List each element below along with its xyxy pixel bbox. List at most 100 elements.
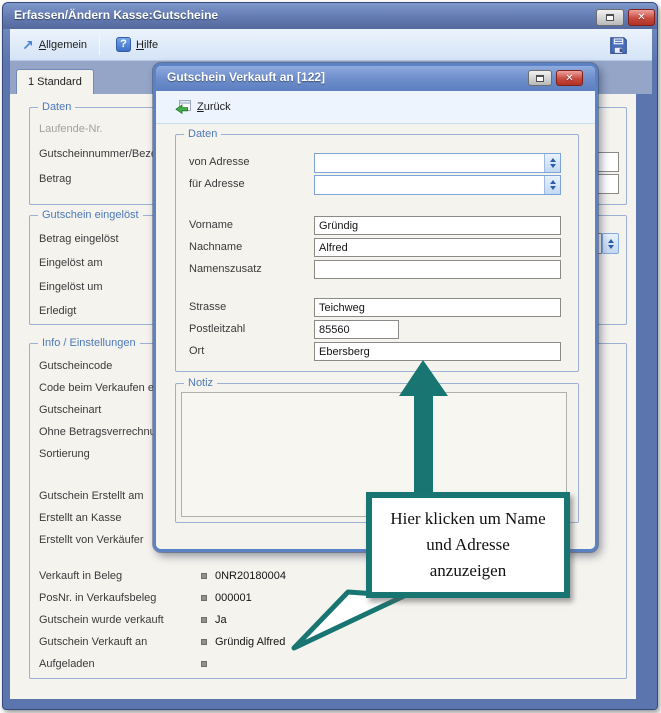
callout-line: Hier klicken um Name bbox=[390, 506, 545, 532]
value-verkauft-in-beleg: 0NR20180004 bbox=[215, 570, 286, 582]
callout-line: und Adresse bbox=[426, 532, 510, 558]
dialog-group-daten-title: Daten bbox=[184, 128, 221, 140]
strasse-input[interactable] bbox=[314, 298, 561, 317]
dialog-titlebar[interactable]: Gutschein Verkauft an [122] ✕ bbox=[156, 66, 595, 91]
tab-standard[interactable]: 1 Standard bbox=[16, 69, 94, 94]
callout-bubble: Hier klicken um Name und Adresse anzuzei… bbox=[366, 492, 570, 598]
vorname-input[interactable] bbox=[314, 216, 561, 235]
von-adresse-spinner[interactable] bbox=[544, 154, 560, 172]
main-window: Erfassen/Ändern Kasse:Gutscheine ✕ ↗ All… bbox=[2, 2, 658, 710]
von-adresse-field[interactable] bbox=[314, 153, 561, 173]
allgemein-label: Allgemein bbox=[39, 39, 87, 51]
dialog-content: Daten von Adresse für Adresse bbox=[156, 124, 595, 549]
allgemein-button[interactable]: ↗ Allgemein bbox=[14, 36, 95, 54]
label-ohne-betragsverrechnung: Ohne Betragsverrechnu bbox=[39, 426, 156, 438]
spinner-down-icon bbox=[608, 245, 614, 249]
fuer-adresse-input[interactable] bbox=[315, 176, 544, 194]
nachname-field bbox=[314, 238, 561, 257]
group-daten-title: Daten bbox=[38, 101, 75, 113]
close-button[interactable]: ✕ bbox=[628, 9, 655, 26]
bullet-icon bbox=[201, 617, 207, 623]
label-vorname: Vorname bbox=[189, 219, 233, 231]
namenszusatz-field bbox=[314, 260, 561, 279]
ort-input[interactable] bbox=[314, 342, 561, 361]
strasse-field bbox=[314, 298, 561, 317]
label-gutscheincode: Gutscheincode bbox=[39, 360, 112, 372]
value-wurde-verkauft: Ja bbox=[215, 614, 227, 626]
label-postleitzahl: Postleitzahl bbox=[189, 323, 245, 335]
dialog-restore-button[interactable] bbox=[528, 70, 552, 86]
close-icon: ✕ bbox=[637, 12, 645, 23]
label-verkauft-in-beleg: Verkauft in Beleg bbox=[39, 570, 122, 582]
von-adresse-input[interactable] bbox=[315, 154, 544, 172]
label-gutschein-erstellt-am: Gutschein Erstellt am bbox=[39, 490, 144, 502]
label-posnr: PosNr. in Verkaufsbeleg bbox=[39, 592, 156, 604]
fuer-adresse-spinner[interactable] bbox=[544, 176, 560, 194]
arrow-up-right-icon: ↗ bbox=[22, 39, 34, 51]
label-namenszusatz: Namenszusatz bbox=[189, 263, 262, 275]
spinner-up-icon bbox=[550, 158, 556, 162]
postleitzahl-field bbox=[314, 320, 399, 339]
back-icon bbox=[175, 99, 192, 115]
group-info-title: Info / Einstellungen bbox=[38, 337, 140, 349]
group-eingeloest-title: Gutschein eingelöst bbox=[38, 209, 143, 221]
window-title: Erfassen/Ändern Kasse:Gutscheine bbox=[14, 8, 218, 22]
bullet-icon bbox=[201, 573, 207, 579]
label-ort: Ort bbox=[189, 345, 204, 357]
toolbar-separator bbox=[99, 35, 100, 55]
label-aufgeladen: Aufgeladen bbox=[39, 658, 95, 670]
dialog-close-button[interactable]: ✕ bbox=[556, 70, 583, 86]
betrag-eingeloest-spinner[interactable] bbox=[602, 233, 619, 254]
dialog-gutschein-verkauft-an: Gutschein Verkauft an [122] ✕ Zurück bbox=[153, 63, 598, 552]
screenshot-root: Erfassen/Ändern Kasse:Gutscheine ✕ ↗ All… bbox=[0, 0, 661, 713]
zurueck-label: Zurück bbox=[197, 101, 231, 113]
label-code-beim-verkaufen: Code beim Verkaufen erf bbox=[39, 382, 161, 394]
label-wurde-verkauft: Gutschein wurde verkauft bbox=[39, 614, 164, 626]
save-icon bbox=[609, 36, 628, 55]
label-gutscheinnummer: Gutscheinnummer/Bezei bbox=[39, 148, 159, 160]
fuer-adresse-field[interactable] bbox=[314, 175, 561, 195]
zurueck-button[interactable]: Zurück bbox=[160, 96, 239, 118]
restore-icon bbox=[606, 14, 614, 21]
dialog-group-notiz-title: Notiz bbox=[184, 377, 217, 389]
bullet-icon bbox=[201, 595, 207, 601]
namenszusatz-input[interactable] bbox=[314, 260, 561, 279]
help-icon: ? bbox=[116, 37, 131, 52]
label-gutscheinart: Gutscheinart bbox=[39, 404, 101, 416]
label-verkauft-an: Gutschein Verkauft an bbox=[39, 636, 147, 648]
restore-button[interactable] bbox=[596, 9, 624, 26]
restore-icon bbox=[536, 75, 544, 82]
main-toolbar: ↗ Allgemein ? Hilfe bbox=[10, 29, 652, 61]
label-fuer-adresse: für Adresse bbox=[189, 178, 245, 190]
label-nachname: Nachname bbox=[189, 241, 242, 253]
spinner-down-icon bbox=[550, 164, 556, 168]
callout-line: anzuzeigen bbox=[430, 558, 506, 584]
spinner-up-icon bbox=[550, 180, 556, 184]
label-strasse: Strasse bbox=[189, 301, 226, 313]
label-laufende-nr: Laufende-Nr. bbox=[39, 123, 103, 135]
value-posnr: 000001 bbox=[215, 592, 252, 604]
label-eingeloest-am: Eingelöst am bbox=[39, 257, 103, 269]
label-erstellt-von-verkaeufer: Erstellt von Verkäufer bbox=[39, 534, 144, 546]
label-erledigt: Erledigt bbox=[39, 305, 76, 317]
label-erstellt-an-kasse: Erstellt an Kasse bbox=[39, 512, 122, 524]
hilfe-label: Hilfe bbox=[136, 39, 158, 51]
dialog-title: Gutschein Verkauft an [122] bbox=[167, 70, 325, 84]
value-verkauft-an[interactable]: Gründig Alfred bbox=[215, 636, 285, 648]
main-titlebar[interactable]: Erfassen/Ändern Kasse:Gutscheine ✕ bbox=[3, 3, 657, 29]
label-eingeloest-um: Eingelöst um bbox=[39, 281, 103, 293]
postleitzahl-input[interactable] bbox=[314, 320, 399, 339]
vorname-field bbox=[314, 216, 561, 235]
spinner-down-icon bbox=[550, 186, 556, 190]
spinner-up-icon bbox=[608, 239, 614, 243]
label-betrag-eingeloest: Betrag eingelöst bbox=[39, 233, 119, 245]
label-von-adresse: von Adresse bbox=[189, 156, 250, 168]
bullet-icon bbox=[201, 639, 207, 645]
nachname-input[interactable] bbox=[314, 238, 561, 257]
ort-field bbox=[314, 342, 561, 361]
label-sortierung: Sortierung bbox=[39, 448, 90, 460]
label-betrag: Betrag bbox=[39, 173, 71, 185]
dialog-toolbar: Zurück bbox=[156, 91, 595, 124]
hilfe-button[interactable]: ? Hilfe bbox=[108, 34, 166, 55]
save-button[interactable] bbox=[606, 33, 630, 57]
